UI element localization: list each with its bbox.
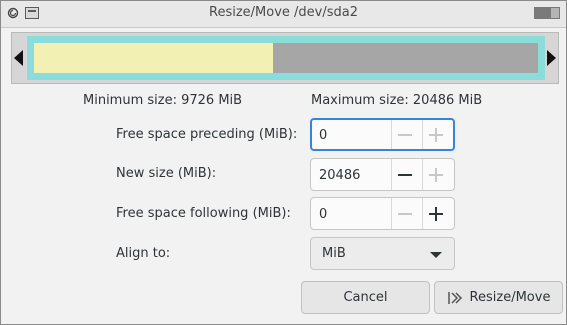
window-title: Resize/Move /dev/sda2 [209, 5, 358, 20]
free-space-preceding-increment-button[interactable] [422, 120, 448, 149]
free-space-following-spinbutton[interactable] [310, 197, 455, 230]
used-space-fill [34, 43, 274, 73]
free-space-preceding-decrement-button[interactable] [391, 120, 417, 149]
align-to-value: MiB [322, 246, 346, 261]
partition-inner [34, 43, 538, 73]
cancel-button-label: Cancel [343, 290, 388, 305]
free-space-preceding-input[interactable] [319, 126, 377, 144]
close-button[interactable] [550, 7, 560, 19]
partition-resizer[interactable] [11, 32, 559, 84]
dropdown-arrow-icon [430, 252, 442, 258]
maximum-size-label: Maximum size: 20486 MiB [311, 93, 483, 108]
new-size-decrement-button[interactable] [391, 159, 417, 190]
free-space-preceding-label: Free space preceding (MiB): [116, 127, 298, 142]
resize-move-button[interactable]: Resize/Move [434, 281, 563, 314]
new-size-input[interactable] [319, 166, 377, 184]
free-space-following-increment-button[interactable] [422, 198, 448, 229]
free-space-following-label: Free space following (MiB): [116, 206, 291, 221]
minus-icon [397, 128, 412, 142]
plus-icon [428, 127, 443, 142]
minus-icon [397, 207, 412, 221]
free-space-preceding-spinbutton[interactable] [310, 118, 455, 151]
new-size-spinbutton[interactable] [310, 158, 455, 191]
plus-icon [428, 167, 443, 182]
minimum-size-label: Minimum size: 9726 MiB [83, 93, 243, 108]
left-resize-handle-icon[interactable] [14, 50, 23, 66]
cancel-button[interactable]: Cancel [301, 281, 430, 314]
resize-move-icon [447, 291, 462, 304]
new-size-label: New size (MiB): [116, 166, 217, 181]
window-controls[interactable] [534, 7, 560, 19]
align-to-label: Align to: [116, 246, 171, 261]
minus-icon [397, 168, 412, 182]
minimize-button[interactable] [534, 7, 550, 19]
partition-graphic[interactable] [27, 36, 545, 80]
new-size-increment-button[interactable] [422, 159, 448, 190]
align-to-dropdown[interactable]: MiB [310, 237, 455, 270]
resize-move-button-label: Resize/Move [469, 290, 551, 305]
free-space-following-input[interactable] [319, 205, 377, 223]
free-space-following-decrement-button[interactable] [391, 198, 417, 229]
title-bar[interactable]: Resize/Move /dev/sda2 [1, 1, 566, 28]
right-resize-handle-icon[interactable] [547, 50, 556, 66]
plus-icon [428, 206, 443, 221]
resize-move-dialog: Resize/Move /dev/sda2 Minimum size: 9726… [0, 0, 567, 325]
